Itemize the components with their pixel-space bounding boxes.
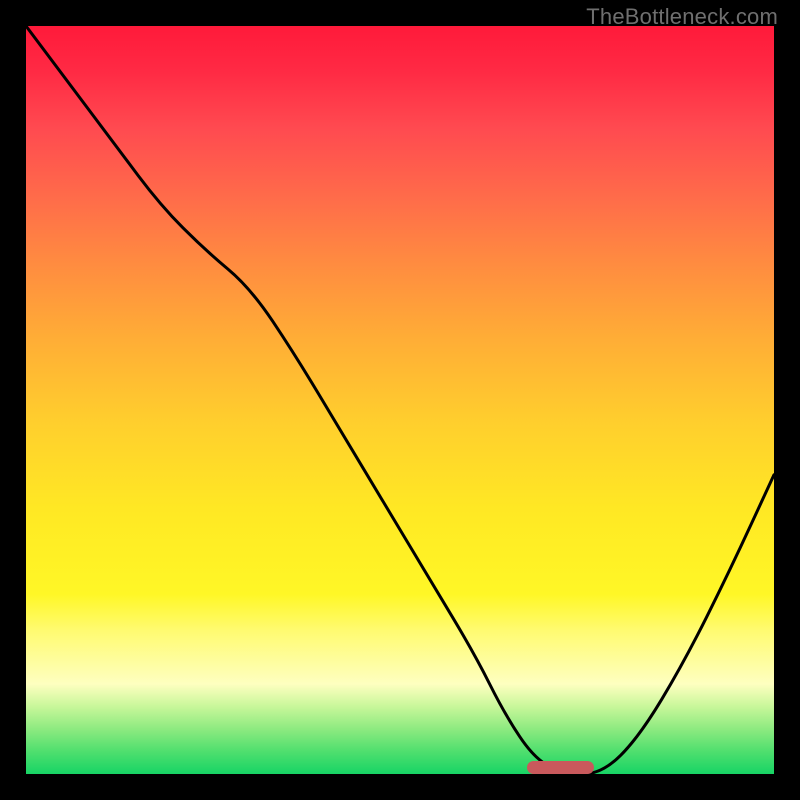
chart-frame: TheBottleneck.com	[0, 0, 800, 800]
watermark-text: TheBottleneck.com	[586, 4, 778, 30]
plot-area	[26, 26, 774, 774]
optimum-marker	[527, 761, 594, 774]
bottleneck-curve	[26, 26, 774, 774]
